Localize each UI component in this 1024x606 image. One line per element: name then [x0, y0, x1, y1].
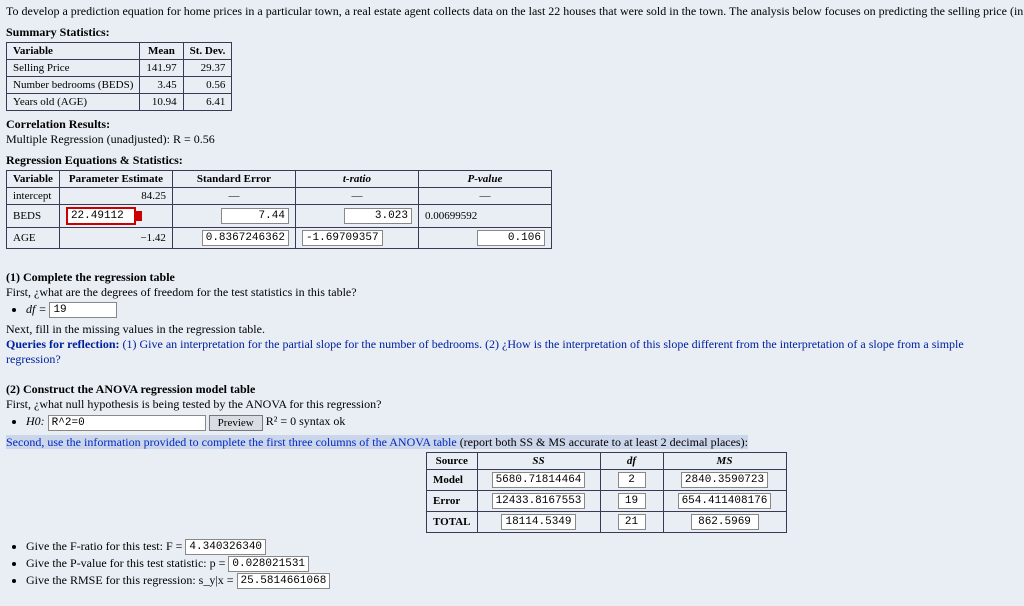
f-label: Give the F-ratio for this test: F =	[26, 539, 182, 553]
model-df-input[interactable]: 2	[618, 472, 646, 488]
table-row: Years old (AGE) 10.94 6.41	[7, 94, 232, 111]
cell: 84.25	[59, 188, 172, 205]
cell: 22.49112	[59, 205, 172, 228]
anova-instruction: Second, use the information provided to …	[6, 435, 1018, 450]
hl-tail: (report both SS & MS accurate to at leas…	[457, 435, 748, 449]
model-ms-input[interactable]: 2840.3590723	[681, 472, 768, 488]
cell: 7.44	[172, 205, 295, 228]
col-variable: Variable	[7, 171, 60, 188]
cursor-indicator	[136, 211, 142, 221]
table-row: AGE −1.42 0.8367246362 -1.69709357 0.106	[7, 228, 552, 249]
cell: Years old (AGE)	[7, 94, 140, 111]
beds-se-input[interactable]: 7.44	[221, 208, 289, 224]
col-se: Standard Error	[172, 171, 295, 188]
col-variable: Variable	[7, 43, 140, 60]
table-row: Number bedrooms (BEDS) 3.45 0.56	[7, 77, 232, 94]
col-ss: SS	[477, 452, 600, 469]
table-row: TOTAL 18114.5349 21 862.5969	[427, 511, 787, 532]
f-input[interactable]: 4.340326340	[185, 539, 266, 555]
h0-input[interactable]: R^2=0	[48, 415, 206, 431]
total-ms-input[interactable]: 862.5969	[691, 514, 759, 530]
cell: 29.37	[183, 60, 232, 77]
age-t-input[interactable]: -1.69709357	[302, 230, 383, 246]
cell: 3.45	[140, 77, 183, 94]
f-item: Give the F-ratio for this test: F = 4.34…	[26, 539, 1018, 555]
age-p-input[interactable]: 0.106	[477, 230, 545, 246]
col-df: df	[600, 452, 663, 469]
q2-line1: First, ¿what null hypothesis is being te…	[6, 397, 1018, 412]
table-row: intercept 84.25 — — —	[7, 188, 552, 205]
cell: -1.69709357	[295, 228, 418, 249]
p-label: Give the P-value for this test statistic…	[26, 556, 225, 570]
beds-estimate-input[interactable]: 22.49112	[66, 207, 136, 225]
model-ss-input[interactable]: 5680.71814464	[492, 472, 586, 488]
df-input[interactable]: 19	[49, 302, 117, 318]
col-mean: Mean	[140, 43, 183, 60]
queries-label: Queries for reflection:	[6, 337, 120, 351]
cell: Error	[433, 495, 460, 507]
q1-title: (1) Complete the regression table	[6, 270, 175, 284]
h0-item: H0: R^2=0 Preview R² = 0 syntax ok	[26, 414, 1018, 430]
cell: 0.56	[183, 77, 232, 94]
rmse-item: Give the RMSE for this regression: s_y|x…	[26, 573, 1018, 589]
p-input[interactable]: 0.028021531	[228, 556, 309, 572]
col-estimate: Parameter Estimate	[59, 171, 172, 188]
cell: 0.00699592	[418, 205, 551, 228]
p-item: Give the P-value for this test statistic…	[26, 556, 1018, 572]
cell: 6.41	[183, 94, 232, 111]
rmse-input[interactable]: 25.5814661068	[237, 573, 331, 589]
cell: Model	[433, 474, 463, 486]
col-source: Source	[427, 452, 478, 469]
total-df-input[interactable]: 21	[618, 514, 646, 530]
q1-line1: First, ¿what are the degrees of freedom …	[6, 285, 1018, 300]
age-se-input[interactable]: 0.8367246362	[202, 230, 289, 246]
corr-line: Multiple Regression (unadjusted): R = 0.…	[6, 132, 1018, 147]
cell: 141.97	[140, 60, 183, 77]
queries-text: (1) Give an interpretation for the parti…	[6, 337, 964, 366]
cell: 3.023	[295, 205, 418, 228]
preview-button[interactable]: Preview	[209, 415, 263, 431]
rmse-label: Give the RMSE for this regression: s_y|x…	[26, 573, 234, 587]
cell: 0.8367246362	[172, 228, 295, 249]
table-row: Error 12433.8167553 19 654.411408176	[427, 490, 787, 511]
cell: Selling Price	[7, 60, 140, 77]
cell: Number bedrooms (BEDS)	[7, 77, 140, 94]
table-row: Selling Price 141.97 29.37	[7, 60, 232, 77]
beds-t-input[interactable]: 3.023	[344, 208, 412, 224]
summary-table: Variable Mean St. Dev. Selling Price 141…	[6, 42, 232, 111]
df-item: df = 19	[26, 302, 1018, 318]
col-tratio: t-ratio	[295, 171, 418, 188]
cell: intercept	[7, 188, 60, 205]
table-row: BEDS 22.49112 7.44 3.023 0.00699592	[7, 205, 552, 228]
anova-table: Source SS df MS Model 5680.71814464 2 28…	[426, 452, 787, 533]
cell: BEDS	[7, 205, 60, 228]
table-row: Model 5680.71814464 2 2840.3590723	[427, 469, 787, 490]
q2-title: (2) Construct the ANOVA regression model…	[6, 382, 255, 396]
error-df-input[interactable]: 19	[618, 493, 646, 509]
cell: AGE	[7, 228, 60, 249]
h0-label: H0:	[26, 414, 45, 428]
col-ms: MS	[663, 452, 786, 469]
intro-text: To develop a prediction equation for hom…	[6, 4, 1018, 19]
error-ss-input[interactable]: 12433.8167553	[492, 493, 586, 509]
col-sd: St. Dev.	[183, 43, 232, 60]
corr-title: Correlation Results:	[6, 117, 1018, 132]
df-label: df =	[26, 302, 46, 316]
preview-result: R² = 0 syntax ok	[266, 414, 346, 428]
cell: —	[172, 188, 295, 205]
cell: 10.94	[140, 94, 183, 111]
q1-line2: Next, fill in the missing values in the …	[6, 322, 1018, 337]
cell: —	[418, 188, 551, 205]
cell: TOTAL	[433, 516, 471, 528]
cell: −1.42	[59, 228, 172, 249]
summary-title: Summary Statistics:	[6, 25, 1018, 40]
cell: 0.106	[418, 228, 551, 249]
total-ss-input[interactable]: 18114.5349	[501, 514, 575, 530]
regression-table: Variable Parameter Estimate Standard Err…	[6, 170, 552, 249]
hl-text: Second, use the information provided to …	[6, 435, 457, 449]
error-ms-input[interactable]: 654.411408176	[678, 493, 772, 509]
cell: —	[295, 188, 418, 205]
col-pvalue: P-value	[418, 171, 551, 188]
regr-title: Regression Equations & Statistics:	[6, 153, 1018, 168]
